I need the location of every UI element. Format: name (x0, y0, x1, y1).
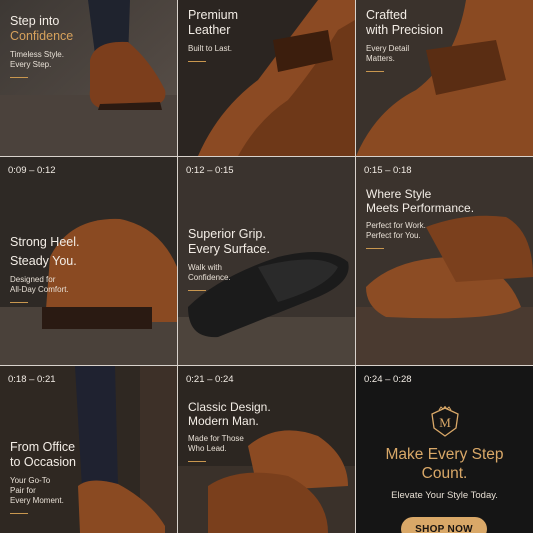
accent-rule (366, 71, 384, 72)
timestamp: 0:12 – 0:15 (186, 165, 234, 176)
tile-step-into-confidence: Step into Confidence Timeless Style. Eve… (0, 0, 177, 156)
tile-style-performance: 0:15 – 0:18 Where Style Meets Performanc… (356, 157, 533, 365)
subtext: Walk with Confidence. (188, 263, 231, 282)
accent-rule (10, 513, 28, 514)
tile-premium-leather: Premium Leather Built to Last. (178, 0, 355, 156)
tile-text: Superior Grip. Every Surface. Walk with … (188, 227, 270, 291)
cta-subtext: Elevate Your Style Today. (391, 490, 498, 501)
timestamp: 0:24 – 0:28 (364, 374, 412, 385)
accent-rule (366, 248, 384, 249)
tile-text: Step into Confidence Timeless Style. Eve… (10, 14, 73, 78)
tile-text: From Office to Occasion Your Go-To Pair … (10, 440, 76, 514)
accent-rule (10, 302, 28, 303)
headline-accent: Confidence (10, 29, 74, 43)
headline-line-1: Crafted (366, 8, 407, 22)
tile-text: Strong Heel. Steady You. Designed for Al… (10, 235, 79, 303)
tile-text: Premium Leather Built to Last. (188, 8, 238, 62)
headline-line-1: Superior Grip. (188, 227, 266, 241)
headline-line-1: Premium (188, 8, 239, 22)
tile-strong-heel: 0:09 – 0:12 Strong Heel. Steady You. Des… (0, 157, 177, 365)
subtext: Your Go-To Pair for Every Moment. (10, 476, 64, 505)
tile-crafted-precision: Crafted with Precision Every Detail Matt… (356, 0, 533, 156)
tile-text: Crafted with Precision Every Detail Matt… (366, 8, 443, 72)
timestamp: 0:09 – 0:12 (8, 165, 56, 176)
headline-line-1: Step into (10, 14, 60, 28)
timestamp: 0:18 – 0:21 (8, 374, 56, 385)
timestamp: 0:15 – 0:18 (364, 165, 412, 176)
subtext: Every Detail Matters. (366, 44, 410, 63)
accent-rule (188, 461, 206, 462)
headline-line-2: Every Surface. (188, 242, 270, 256)
headline-line-1: From Office (10, 440, 76, 454)
headline-line-2: Meets Performance. (366, 201, 475, 215)
subtext: Timeless Style. Every Step. (10, 50, 64, 69)
tile-text: Classic Design. Modern Man. Made for Tho… (188, 400, 271, 462)
headline-line-2: Steady You. (10, 254, 77, 268)
headline-line-2: Modern Man. (188, 414, 259, 428)
tile-text: Where Style Meets Performance. Perfect f… (366, 187, 474, 249)
subtext: Designed for All-Day Comfort. (10, 275, 69, 294)
headline-line-1: Strong Heel. (10, 235, 80, 249)
headline-line-1: Classic Design. (188, 400, 271, 414)
tile-office-to-occasion: 0:18 – 0:21 From Office to Occasion Your… (0, 366, 177, 533)
timestamp: 0:21 – 0:24 (186, 374, 234, 385)
tile-classic-design: 0:21 – 0:24 Classic Design. Modern Man. … (178, 366, 355, 533)
headline-line-2: Leather (188, 23, 231, 37)
cta-headline: Make Every Step Count. (385, 446, 504, 482)
accent-rule (10, 77, 28, 78)
headline-line-2: with Precision (366, 23, 444, 37)
storyboard-grid: Step into Confidence Timeless Style. Eve… (0, 0, 533, 533)
headline-line-2: to Occasion (10, 455, 77, 469)
accent-rule (188, 61, 206, 62)
crest-letter: M (439, 415, 451, 430)
crest-logo-icon: M (431, 406, 459, 437)
tile-call-to-action: 0:24 – 0:28 M Make Every Step Count. Ele… (356, 366, 533, 533)
subtext: Made for Those Who Lead. (188, 434, 244, 453)
tile-superior-grip: 0:12 – 0:15 Superior Grip. Every Surface… (178, 157, 355, 365)
subtext: Perfect for Work. Perfect for You. (366, 221, 426, 240)
accent-rule (188, 290, 206, 291)
headline-line-1: Where Style (366, 187, 432, 201)
subtext: Built to Last. (188, 44, 233, 53)
shop-now-button[interactable]: SHOP NOW (401, 517, 487, 533)
